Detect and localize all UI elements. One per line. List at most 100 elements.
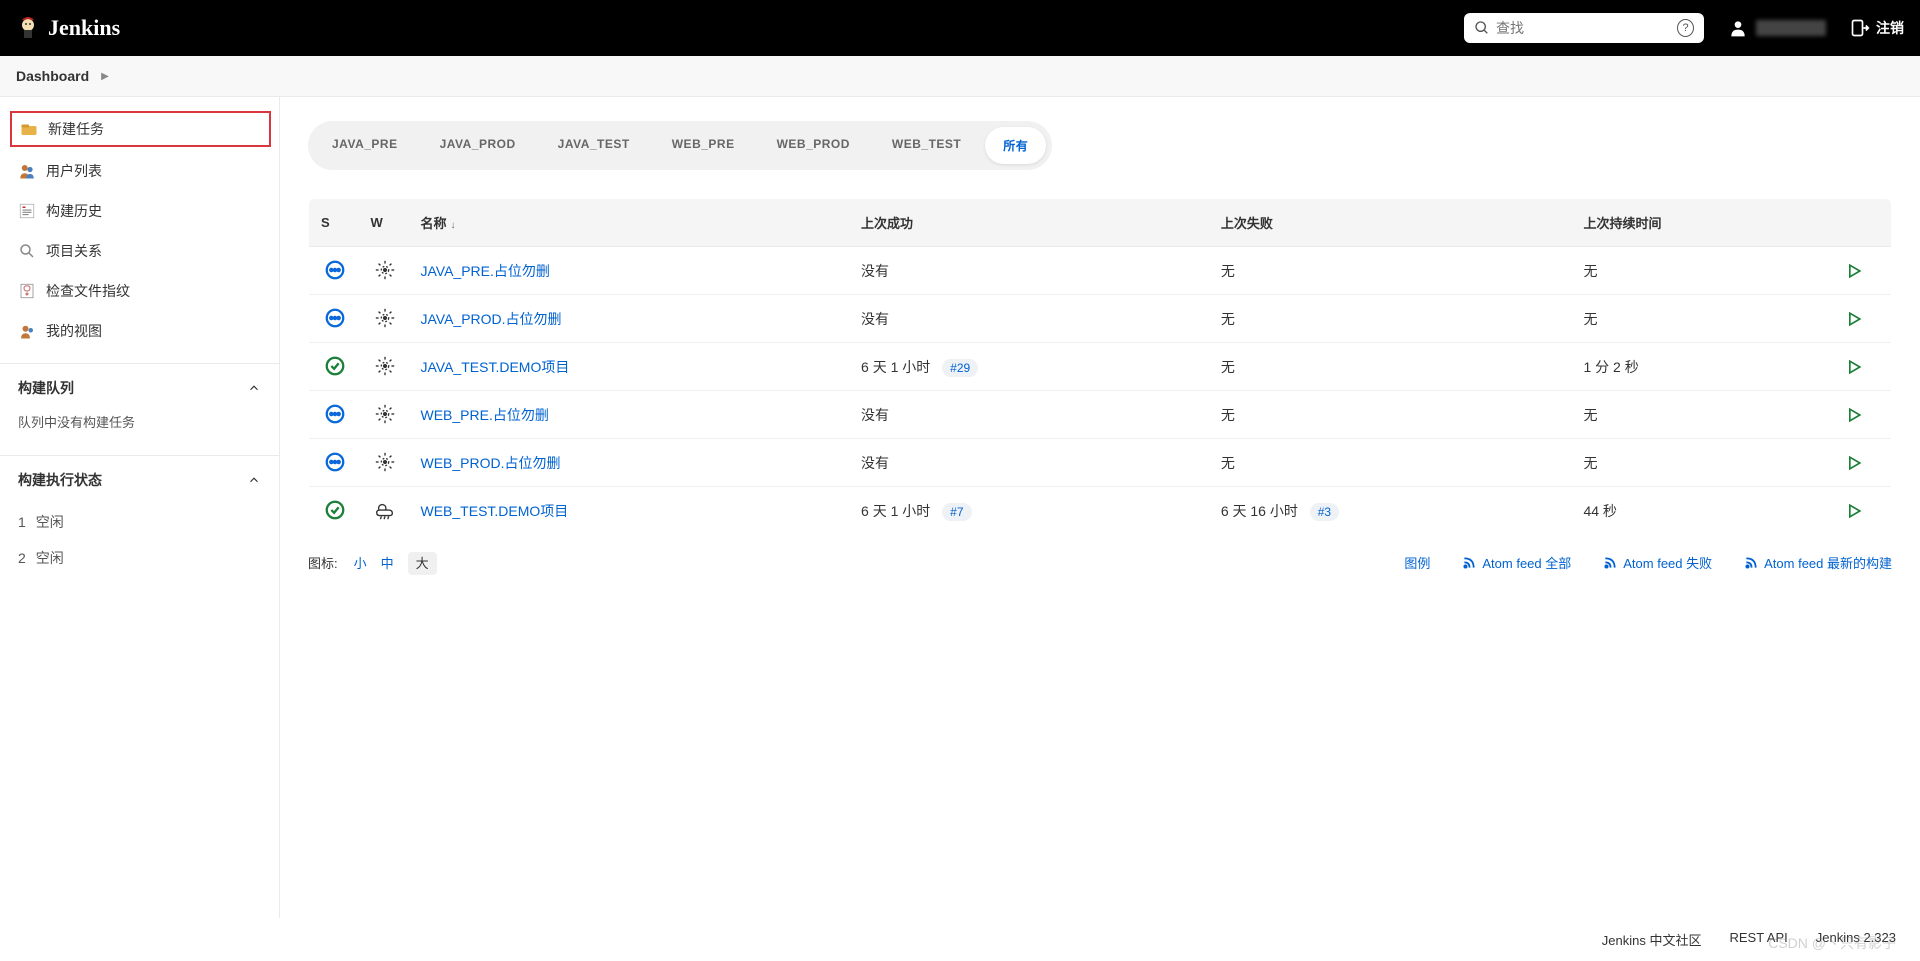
- executor-section: 构建执行状态 1空闲2空闲: [0, 455, 279, 576]
- cell-last-fail: 无: [1209, 295, 1572, 343]
- run-build-button[interactable]: [1844, 261, 1880, 281]
- main-content: JAVA_PREJAVA_PRODJAVA_TESTWEB_PREWEB_PRO…: [280, 97, 1920, 918]
- chevron-right-icon: ▶: [101, 71, 109, 82]
- sidebar-item-my-views[interactable]: 我的视图: [0, 311, 279, 351]
- chevron-up-icon: [247, 381, 261, 395]
- tab-java_test[interactable]: JAVA_TEST: [540, 127, 648, 164]
- cell-duration: 无: [1571, 439, 1831, 487]
- table-row: JAVA_PROD.占位勿删 没有 无 无: [309, 295, 1892, 343]
- table-row: JAVA_PRE.占位勿删 没有 无 无: [309, 247, 1892, 295]
- search-help-icon[interactable]: ?: [1677, 19, 1694, 37]
- status-notbuilt-icon: [324, 259, 344, 279]
- project-relationship-icon: [18, 242, 36, 260]
- executor-row: 1空闲: [0, 504, 279, 540]
- icon-size-picker: 图标: 小中大: [308, 553, 451, 572]
- weather-cloud-icon: [374, 499, 394, 519]
- icon-size-option[interactable]: 大: [408, 552, 437, 575]
- atom-feed-link[interactable]: Atom feed 最新的构建: [1744, 553, 1892, 572]
- jenkins-logo[interactable]: Jenkins: [16, 15, 120, 41]
- job-link[interactable]: JAVA_PROD.占位勿删: [421, 311, 562, 327]
- weather-sun-dot-icon: [374, 355, 394, 375]
- icon-size-option[interactable]: 小: [354, 556, 367, 571]
- sidebar-item-label: 项目关系: [46, 241, 102, 261]
- job-link[interactable]: JAVA_PRE.占位勿删: [421, 263, 550, 279]
- build-queue-header[interactable]: 构建队列: [0, 364, 279, 412]
- jenkins-mascot-icon: [16, 16, 40, 40]
- fingerprint-icon: [18, 282, 36, 300]
- run-build-button[interactable]: [1844, 501, 1880, 521]
- breadcrumb: Dashboard ▶: [0, 56, 1920, 97]
- logout-label: 注销: [1876, 18, 1904, 38]
- tab-java_prod[interactable]: JAVA_PROD: [422, 127, 534, 164]
- run-build-button[interactable]: [1844, 405, 1880, 425]
- icon-size-option[interactable]: 中: [381, 556, 394, 571]
- logout-icon: [1850, 18, 1870, 38]
- run-build-button[interactable]: [1844, 453, 1880, 473]
- build-queue-title: 构建队列: [18, 378, 74, 398]
- tab-web_prod[interactable]: WEB_PROD: [759, 127, 868, 164]
- tab-所有[interactable]: 所有: [985, 127, 1046, 164]
- table-row: WEB_PRE.占位勿删 没有 无 无: [309, 391, 1892, 439]
- col-fail[interactable]: 上次失败: [1209, 199, 1572, 247]
- sidebar-item-people[interactable]: 用户列表: [0, 151, 279, 191]
- build-badge[interactable]: #7: [942, 503, 971, 521]
- sidebar-item-project-relationship[interactable]: 项目关系: [0, 231, 279, 271]
- legend-link[interactable]: 图例: [1404, 553, 1430, 572]
- col-duration[interactable]: 上次持续时间: [1571, 199, 1831, 247]
- build-badge[interactable]: #29: [942, 359, 978, 377]
- sidebar-item-label: 检查文件指纹: [46, 281, 130, 301]
- status-success-icon: [324, 355, 344, 375]
- col-success[interactable]: 上次成功: [849, 199, 1209, 247]
- cell-last-success: 6 天 1 小时 #7: [849, 487, 1209, 535]
- tab-java_pre[interactable]: JAVA_PRE: [314, 127, 416, 164]
- table-footer: 图标: 小中大 图例 Atom feed 全部 Atom feed 失败 Atom …: [308, 553, 1892, 572]
- sidebar: 新建任务用户列表构建历史项目关系检查文件指纹我的视图 构建队列 队列中没有构建任…: [0, 97, 280, 918]
- executor-num: 2: [18, 550, 26, 566]
- job-link[interactable]: WEB_PRE.占位勿删: [421, 407, 549, 423]
- rss-icon: [1744, 556, 1758, 570]
- table-row: WEB_PROD.占位勿删 没有 无 无: [309, 439, 1892, 487]
- tab-web_test[interactable]: WEB_TEST: [874, 127, 979, 164]
- cell-last-fail: 无: [1209, 343, 1572, 391]
- build-queue-section: 构建队列 队列中没有构建任务: [0, 363, 279, 443]
- brand-text: Jenkins: [48, 15, 120, 41]
- col-weather[interactable]: W: [359, 199, 409, 247]
- weather-sun-dot-icon: [374, 451, 394, 471]
- footer-rest-api[interactable]: REST API: [1729, 930, 1787, 949]
- footer-community[interactable]: Jenkins 中文社区: [1602, 930, 1702, 949]
- my-views-icon: [18, 322, 36, 340]
- search-input[interactable]: [1496, 20, 1677, 36]
- col-name[interactable]: 名称↓: [409, 199, 850, 247]
- logout-button[interactable]: 注销: [1850, 18, 1904, 38]
- weather-sun-dot-icon: [374, 259, 394, 279]
- build-history-icon: [18, 202, 36, 220]
- top-header: Jenkins ? 注销: [0, 0, 1920, 56]
- executor-header[interactable]: 构建执行状态: [0, 456, 279, 504]
- atom-feed-link[interactable]: Atom feed 失败: [1603, 553, 1712, 572]
- run-build-button[interactable]: [1844, 309, 1880, 329]
- search-box[interactable]: ?: [1464, 13, 1704, 43]
- executor-row: 2空闲: [0, 540, 279, 576]
- job-link[interactable]: JAVA_TEST.DEMO项目: [421, 359, 570, 375]
- atom-feed-link[interactable]: Atom feed 全部: [1462, 553, 1571, 572]
- tab-web_pre[interactable]: WEB_PRE: [654, 127, 753, 164]
- sidebar-item-new-item[interactable]: 新建任务: [10, 111, 271, 147]
- breadcrumb-dashboard[interactable]: Dashboard: [16, 68, 89, 84]
- executor-state: 空闲: [36, 514, 64, 530]
- job-link[interactable]: WEB_PROD.占位勿删: [421, 455, 561, 471]
- build-badge[interactable]: #3: [1310, 503, 1339, 521]
- icon-size-label: 图标:: [308, 553, 338, 572]
- weather-sun-dot-icon: [374, 403, 394, 423]
- run-build-button[interactable]: [1844, 357, 1880, 377]
- weather-sun-dot-icon: [374, 307, 394, 327]
- status-notbuilt-icon: [324, 451, 344, 471]
- cell-last-fail: 6 天 16 小时 #3: [1209, 487, 1572, 535]
- job-link[interactable]: WEB_TEST.DEMO项目: [421, 503, 569, 519]
- cell-duration: 无: [1571, 295, 1831, 343]
- sidebar-item-build-history[interactable]: 构建历史: [0, 191, 279, 231]
- col-status[interactable]: S: [309, 199, 359, 247]
- sidebar-item-fingerprint[interactable]: 检查文件指纹: [0, 271, 279, 311]
- user-menu[interactable]: [1728, 18, 1826, 38]
- new-item-icon: [20, 120, 38, 138]
- page-footer: Jenkins 中文社区 REST API Jenkins 2.323: [0, 918, 1920, 961]
